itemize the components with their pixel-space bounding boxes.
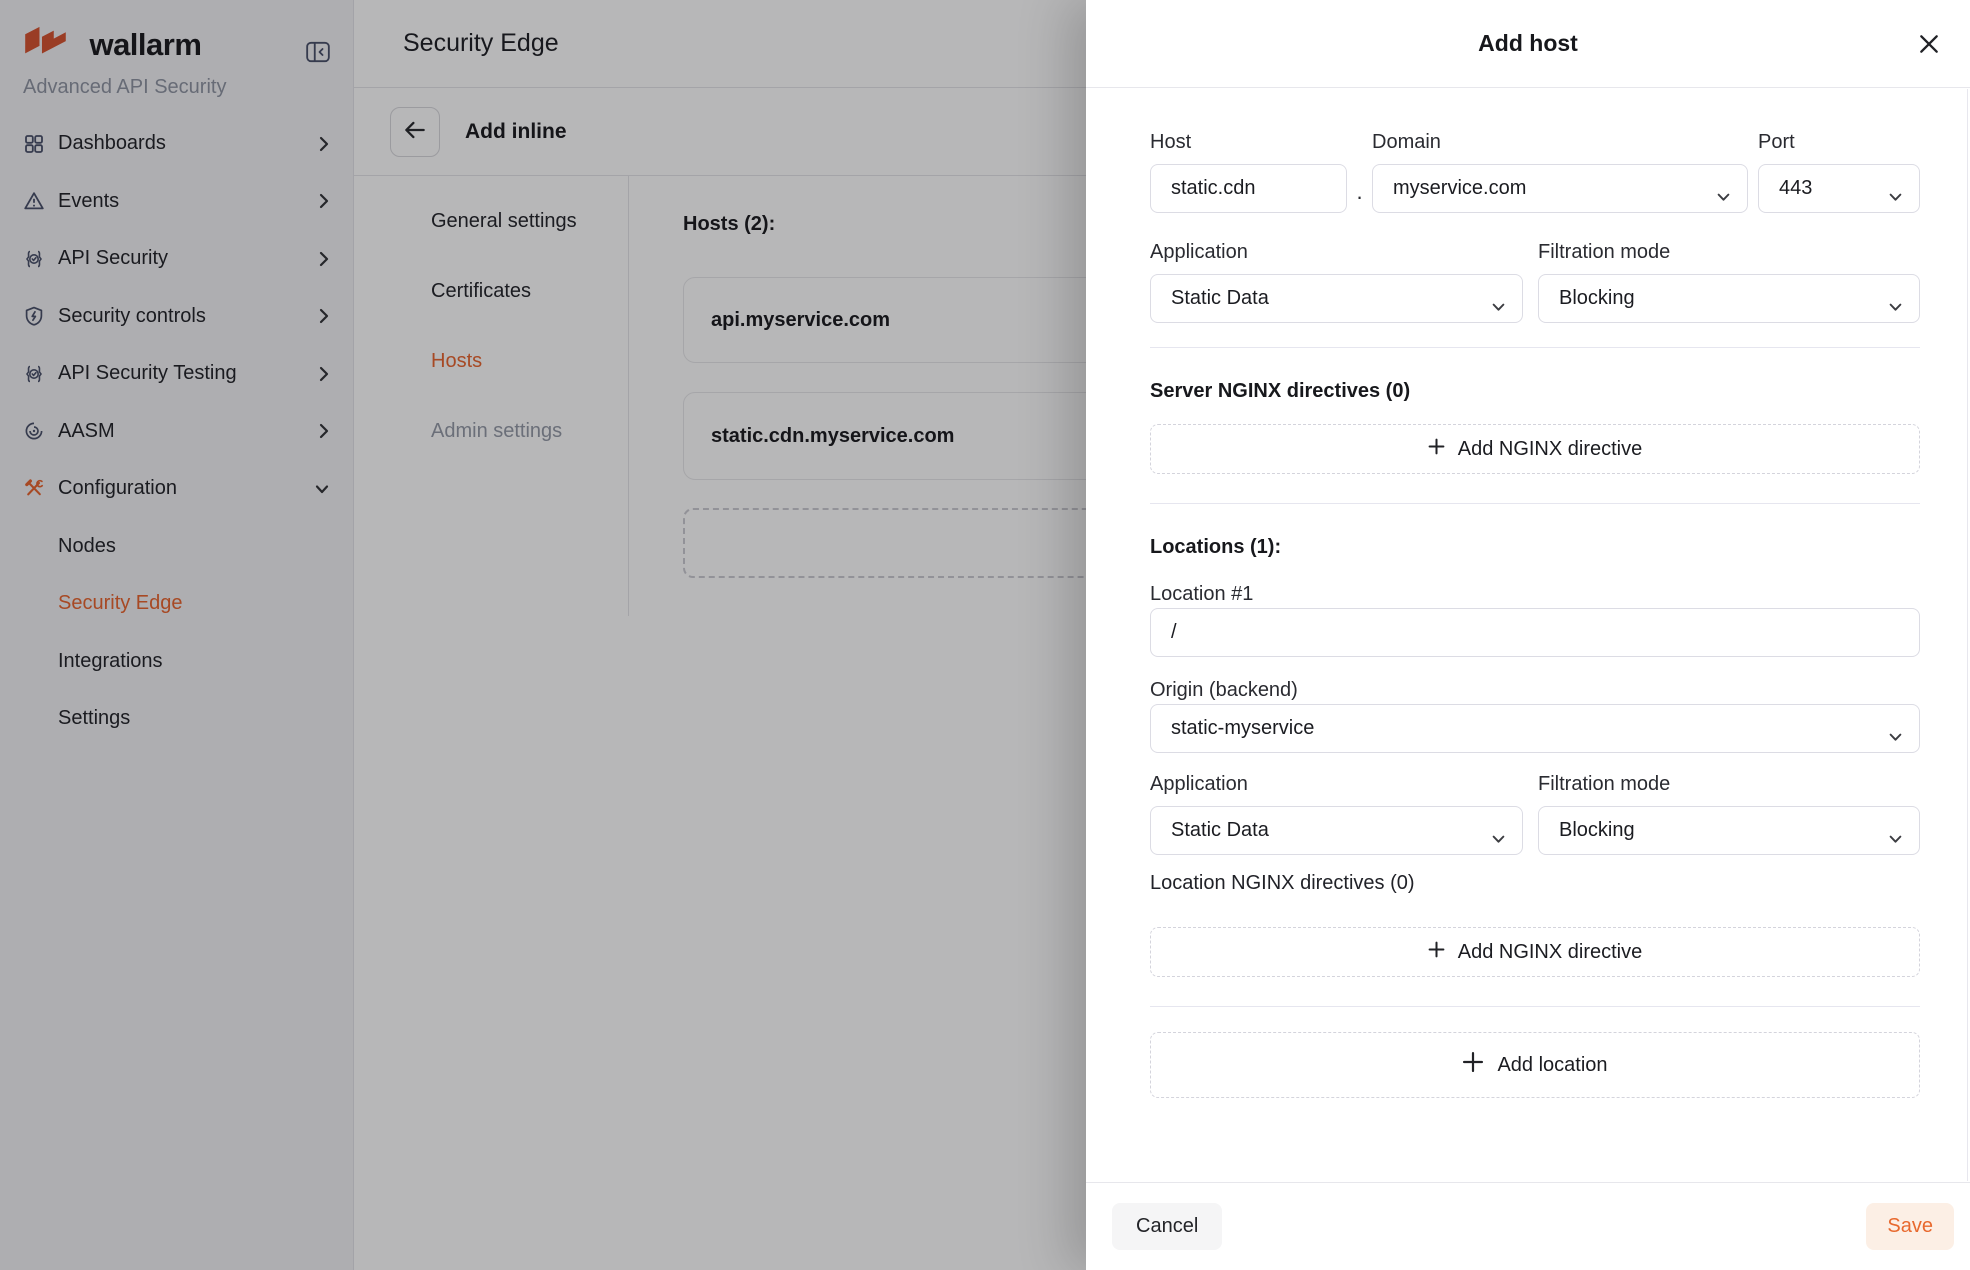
cancel-button[interactable]: Cancel xyxy=(1112,1203,1222,1250)
chevron-down-icon xyxy=(1492,295,1505,304)
domain-label: Domain xyxy=(1372,132,1748,152)
origin-backend-label: Origin (backend) xyxy=(1150,680,1920,700)
modal-scrollbar[interactable] xyxy=(1967,89,1968,1181)
section-divider xyxy=(1150,1006,1920,1007)
filtration-mode-value: Blocking xyxy=(1559,287,1635,310)
close-icon[interactable] xyxy=(1915,30,1943,58)
location-application-value: Static Data xyxy=(1171,819,1269,842)
chevron-down-icon xyxy=(1889,827,1902,836)
server-directives-heading: Server NGINX directives (0) xyxy=(1150,381,1920,401)
origin-backend-select[interactable]: static-myservice xyxy=(1150,704,1920,753)
modal-footer: Cancel Save xyxy=(1086,1182,1970,1270)
filtration-mode-select[interactable]: Blocking xyxy=(1538,274,1920,323)
location-application-label: Application xyxy=(1150,774,1523,794)
locations-heading: Locations (1): xyxy=(1150,537,1920,557)
chevron-down-icon xyxy=(1492,827,1505,836)
location-application-filtration-row: Application Static Data Filtration mode … xyxy=(1150,774,1920,855)
plus-icon xyxy=(1462,1051,1484,1079)
app-window: wallarm Advanced API Security Dashboard xyxy=(0,0,1970,1270)
section-divider xyxy=(1150,503,1920,504)
save-button[interactable]: Save xyxy=(1866,1203,1954,1250)
modal-title: Add host xyxy=(1478,30,1578,57)
modal-header: Add host xyxy=(1086,0,1970,88)
domain-value: myservice.com xyxy=(1393,177,1526,200)
chevron-down-icon xyxy=(1889,185,1902,194)
application-filtration-row: Application Static Data Filtration mode … xyxy=(1150,242,1920,323)
host-domain-separator: . xyxy=(1347,179,1372,213)
application-value: Static Data xyxy=(1171,287,1269,310)
filtration-mode-label: Filtration mode xyxy=(1538,242,1920,262)
add-location-label: Add location xyxy=(1497,1054,1607,1077)
add-location-button[interactable]: Add location xyxy=(1150,1032,1920,1098)
plus-icon xyxy=(1428,438,1445,461)
location-filtration-mode-select[interactable]: Blocking xyxy=(1538,806,1920,855)
domain-select[interactable]: myservice.com xyxy=(1372,164,1748,213)
modal-body: Host . Domain myservice.com Port xyxy=(1086,89,1970,1181)
application-label: Application xyxy=(1150,242,1523,262)
location-filtration-mode-label: Filtration mode xyxy=(1538,774,1920,794)
add-directive-label: Add NGINX directive xyxy=(1458,438,1643,461)
plus-icon xyxy=(1428,941,1445,964)
location-directives-heading: Location NGINX directives (0) xyxy=(1150,873,1920,893)
location-application-select[interactable]: Static Data xyxy=(1150,806,1523,855)
chevron-down-icon xyxy=(1889,295,1902,304)
add-directive-label: Add NGINX directive xyxy=(1458,941,1643,964)
location-filtration-mode-value: Blocking xyxy=(1559,819,1635,842)
origin-backend-value: static-myservice xyxy=(1171,717,1314,740)
host-label: Host xyxy=(1150,132,1347,152)
port-label: Port xyxy=(1758,132,1920,152)
chevron-down-icon xyxy=(1889,725,1902,734)
host-input[interactable] xyxy=(1150,164,1347,213)
port-select[interactable]: 443 xyxy=(1758,164,1920,213)
chevron-down-icon xyxy=(1717,185,1730,194)
add-server-nginx-directive-button[interactable]: Add NGINX directive xyxy=(1150,424,1920,474)
location-number-label: Location #1 xyxy=(1150,584,1920,604)
port-value: 443 xyxy=(1779,177,1812,200)
add-location-nginx-directive-button[interactable]: Add NGINX directive xyxy=(1150,927,1920,977)
application-select[interactable]: Static Data xyxy=(1150,274,1523,323)
location-path-input[interactable] xyxy=(1150,608,1920,657)
add-host-modal: Add host Host . Domain myservice.com xyxy=(1086,0,1970,1270)
host-domain-port-row: Host . Domain myservice.com Port xyxy=(1150,132,1920,213)
section-divider xyxy=(1150,347,1920,348)
